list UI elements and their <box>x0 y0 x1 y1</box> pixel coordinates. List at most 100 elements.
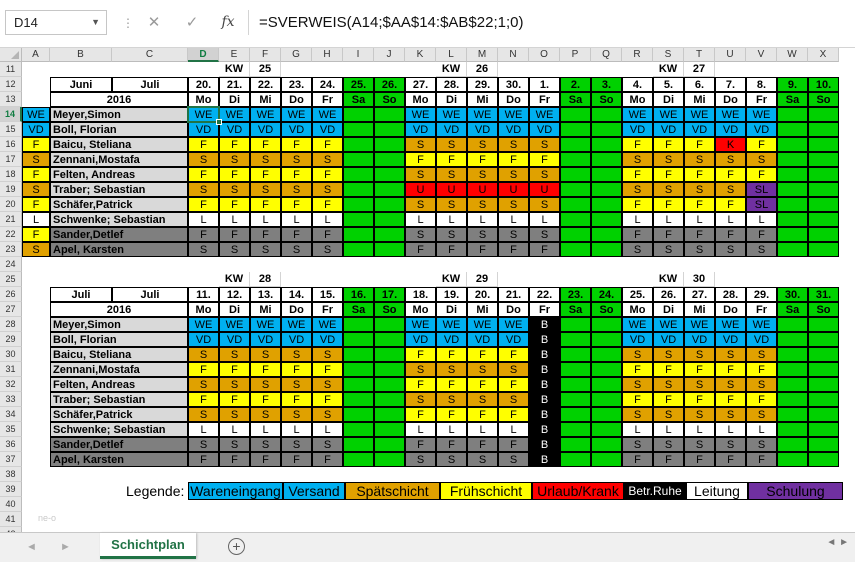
date-cell[interactable]: 6. <box>684 77 715 92</box>
shift-cell[interactable]: WE <box>746 317 777 332</box>
shift-cell[interactable] <box>808 137 839 152</box>
shift-cell[interactable]: B <box>529 422 560 437</box>
year-label[interactable]: 2016 <box>50 92 188 107</box>
employee-code[interactable]: S <box>22 242 50 257</box>
shift-cell[interactable] <box>343 452 374 467</box>
row-header-34[interactable]: 34 <box>0 407 22 422</box>
shift-cell[interactable]: S <box>684 152 715 167</box>
shift-cell[interactable] <box>591 392 622 407</box>
shift-cell[interactable]: F <box>498 407 529 422</box>
weekday-cell[interactable]: Mo <box>405 92 436 107</box>
shift-cell[interactable] <box>560 212 591 227</box>
shift-cell[interactable]: F <box>436 407 467 422</box>
shift-cell[interactable] <box>343 317 374 332</box>
date-cell[interactable]: 1. <box>529 77 560 92</box>
shift-cell[interactable]: S <box>281 242 312 257</box>
shift-cell[interactable]: S <box>281 152 312 167</box>
column-header-s[interactable]: S <box>653 48 684 62</box>
shift-cell[interactable]: WE <box>715 107 746 122</box>
shift-cell[interactable]: VD <box>250 122 281 137</box>
shift-cell[interactable]: WE <box>746 107 777 122</box>
shift-cell[interactable]: F <box>436 242 467 257</box>
shift-cell[interactable]: F <box>188 167 219 182</box>
shift-cell[interactable]: S <box>436 167 467 182</box>
shift-cell[interactable]: S <box>250 437 281 452</box>
shift-cell[interactable] <box>343 107 374 122</box>
kw-number-3[interactable]: 27 <box>684 62 715 77</box>
shift-cell[interactable]: S <box>467 197 498 212</box>
employee-code[interactable]: F <box>22 227 50 242</box>
shift-cell[interactable] <box>374 452 405 467</box>
weekday-cell[interactable]: Di <box>436 92 467 107</box>
shift-cell[interactable]: WE <box>622 107 653 122</box>
shift-cell[interactable]: S <box>436 227 467 242</box>
shift-cell[interactable]: F <box>405 437 436 452</box>
shift-cell[interactable]: F <box>529 152 560 167</box>
date-cell[interactable]: 12. <box>219 287 250 302</box>
horizontal-scrollbar[interactable]: ◄ ► <box>815 537 855 555</box>
shift-cell[interactable]: F <box>281 227 312 242</box>
column-header-q[interactable]: Q <box>591 48 622 62</box>
column-header-c[interactable]: C <box>112 48 188 62</box>
shift-cell[interactable]: S <box>653 242 684 257</box>
shift-cell[interactable]: F <box>498 242 529 257</box>
shift-cell[interactable]: S <box>684 377 715 392</box>
shift-cell[interactable]: U <box>405 182 436 197</box>
month-label-b[interactable]: Juli <box>112 77 188 92</box>
shift-cell[interactable] <box>343 392 374 407</box>
shift-cell[interactable]: VD <box>746 122 777 137</box>
shift-cell[interactable] <box>777 212 808 227</box>
date-cell[interactable]: 24. <box>591 287 622 302</box>
shift-cell[interactable]: F <box>405 407 436 422</box>
date-cell[interactable]: 26. <box>653 287 684 302</box>
shift-cell[interactable]: K <box>715 137 746 152</box>
shift-cell[interactable]: VD <box>436 332 467 347</box>
column-header-u[interactable]: U <box>715 48 746 62</box>
date-cell[interactable]: 24. <box>312 77 343 92</box>
shift-cell[interactable]: S <box>498 362 529 377</box>
date-cell[interactable]: 27. <box>405 77 436 92</box>
shift-cell[interactable]: WE <box>715 317 746 332</box>
shift-cell[interactable]: F <box>715 167 746 182</box>
column-header-m[interactable]: M <box>467 48 498 62</box>
shift-cell[interactable] <box>808 212 839 227</box>
shift-cell[interactable]: S <box>405 197 436 212</box>
shift-cell[interactable] <box>343 227 374 242</box>
shift-cell[interactable]: B <box>529 332 560 347</box>
shift-cell[interactable]: S <box>250 182 281 197</box>
shift-cell[interactable] <box>777 437 808 452</box>
shift-cell[interactable] <box>777 167 808 182</box>
shift-cell[interactable] <box>591 317 622 332</box>
shift-cell[interactable]: F <box>622 137 653 152</box>
shift-cell[interactable]: S <box>622 347 653 362</box>
shift-cell[interactable]: S <box>498 392 529 407</box>
shift-cell[interactable]: S <box>250 407 281 422</box>
column-header-g[interactable]: G <box>281 48 312 62</box>
shift-cell[interactable] <box>374 107 405 122</box>
shift-cell[interactable] <box>808 227 839 242</box>
shift-cell[interactable]: F <box>312 362 343 377</box>
shift-cell[interactable]: F <box>684 167 715 182</box>
employee-name[interactable]: Boll, Florian <box>50 332 188 347</box>
shift-cell[interactable] <box>374 437 405 452</box>
shift-cell[interactable]: S <box>188 182 219 197</box>
shift-cell[interactable] <box>374 317 405 332</box>
shift-cell[interactable]: L <box>498 212 529 227</box>
shift-cell[interactable]: S <box>529 137 560 152</box>
shift-cell[interactable] <box>343 437 374 452</box>
kw-number-1[interactable]: 28 <box>250 272 281 287</box>
shift-cell[interactable]: S <box>746 407 777 422</box>
shift-cell[interactable] <box>591 122 622 137</box>
date-cell[interactable]: 22. <box>529 287 560 302</box>
date-cell[interactable]: 9. <box>777 77 808 92</box>
shift-cell[interactable]: S <box>622 242 653 257</box>
shift-cell[interactable] <box>808 377 839 392</box>
weekday-cell[interactable]: Mo <box>622 302 653 317</box>
weekday-cell[interactable]: Fr <box>312 92 343 107</box>
row-header-41[interactable]: 41 <box>0 512 22 527</box>
shift-cell[interactable] <box>374 362 405 377</box>
date-cell[interactable]: 20. <box>467 287 498 302</box>
shift-cell[interactable]: WE <box>498 317 529 332</box>
shift-cell[interactable]: VD <box>312 332 343 347</box>
shift-cell[interactable] <box>777 452 808 467</box>
